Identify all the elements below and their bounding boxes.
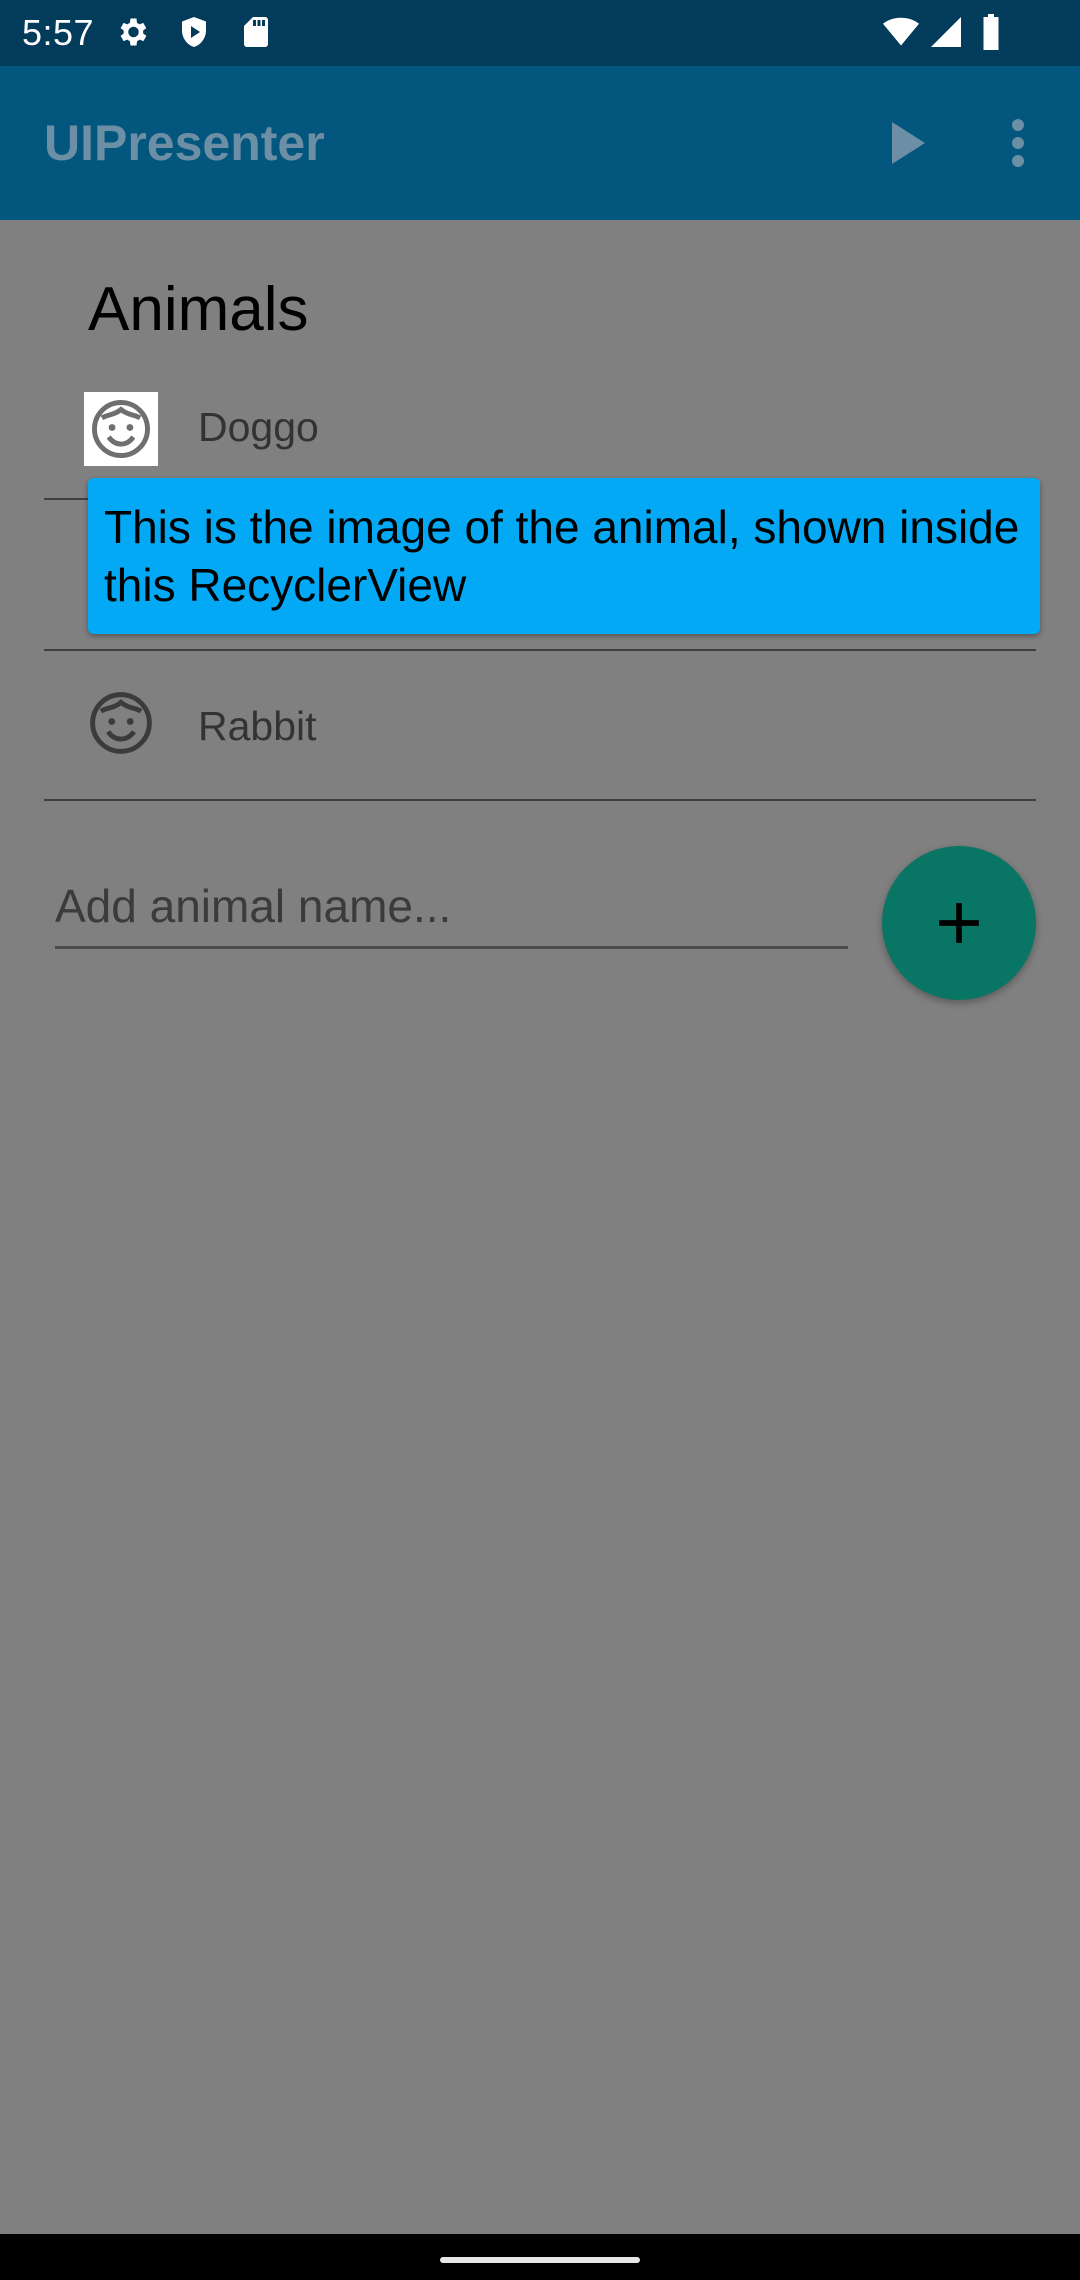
divider: [44, 799, 1036, 801]
add-animal-button[interactable]: [882, 846, 1036, 1000]
face-icon: [92, 400, 150, 458]
status-bar: 5:57: [0, 0, 1080, 66]
settings-icon: [114, 14, 150, 50]
animal-name: Doggo: [198, 404, 319, 450]
highlighted-animal-image[interactable]: [84, 392, 158, 466]
shield-icon: [176, 14, 212, 50]
animal-name-input[interactable]: [55, 866, 848, 949]
tooltip: This is the image of the animal, shown i…: [88, 478, 1040, 634]
navigation-bar: [0, 2234, 1080, 2280]
signal-icon: [928, 14, 964, 50]
animal-name: Rabbit: [198, 703, 317, 749]
face-icon: [84, 686, 158, 760]
more-vert-icon[interactable]: [982, 107, 1054, 179]
play-icon[interactable]: [868, 107, 940, 179]
page-title: Animals: [88, 275, 309, 344]
battery-icon: [978, 14, 1004, 50]
status-time: 5:57: [22, 12, 95, 53]
sd-card-icon: [238, 14, 274, 50]
home-handle[interactable]: [440, 2257, 640, 2263]
plus-icon: [939, 903, 979, 943]
list-item-rabbit[interactable]: Rabbit: [44, 651, 1036, 801]
app-bar: UIPresenter: [0, 66, 1080, 220]
wifi-icon: [880, 14, 922, 50]
app-title: UIPresenter: [44, 115, 325, 171]
